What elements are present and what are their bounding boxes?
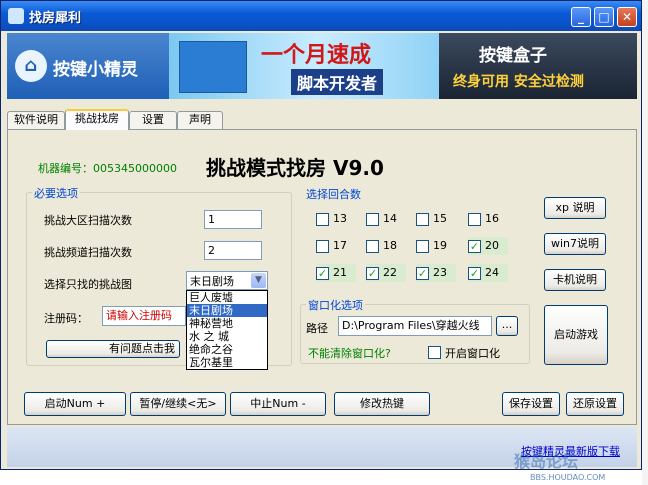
map-option[interactable]: 神秘营地: [187, 317, 267, 330]
house-logo-icon: ⌂: [15, 50, 47, 82]
channel-scan-input[interactable]: 2: [204, 241, 262, 260]
help-button[interactable]: 有问题点击我: [46, 340, 180, 358]
checkbox-box: [416, 240, 429, 253]
round-checkbox-23[interactable]: ✓ 23: [416, 264, 456, 282]
checkbox-box: [468, 213, 481, 226]
ad-banner-right[interactable]: 按键盒子 终身可用 安全过检测: [439, 33, 637, 99]
tab-statement[interactable]: 声明: [177, 111, 223, 129]
watermark-url: BBS.HOUDAO.COM: [530, 473, 606, 482]
channel-scan-label: 挑战频道扫描次数: [44, 246, 132, 259]
ad-box-image: [179, 41, 247, 93]
app-icon: [8, 8, 24, 24]
ad-line2: 脚本开发者: [291, 69, 384, 95]
window-options-label: 窗口化选项: [306, 297, 365, 313]
logo-area[interactable]: ⌂ 按键小精灵: [7, 33, 169, 99]
checkmark-icon: ✓: [468, 267, 481, 280]
rounds-group-label: 选择回合数: [306, 188, 361, 201]
map-option[interactable]: 巨人废墟: [187, 291, 267, 304]
checkbox-box: [416, 213, 429, 226]
map-option[interactable]: 水 之 城: [187, 330, 267, 343]
map-select-label: 选择只找的挑战图: [44, 278, 132, 291]
required-options-label: 必要选项: [32, 185, 80, 201]
edit-hotkey-button[interactable]: 修改热键: [334, 392, 430, 416]
tab-panel: 机器编号：005345000000 挑战模式找房 V9.0 必要选项 挑战大区扫…: [7, 129, 637, 425]
window-title: 找房犀利: [29, 11, 82, 26]
checkmark-icon: ✓: [316, 267, 329, 280]
round-checkbox-18[interactable]: 18: [366, 237, 406, 255]
logo-text: 按键小精灵: [53, 60, 138, 80]
open-window-checkbox[interactable]: 开启窗口化: [428, 343, 518, 361]
map-option[interactable]: 末日剧场: [187, 304, 267, 317]
round-checkbox-22[interactable]: ✓ 22: [366, 264, 406, 282]
round-checkbox-19[interactable]: 19: [416, 237, 456, 255]
round-checkbox-24[interactable]: ✓ 24: [468, 264, 508, 282]
tab-software-info[interactable]: 软件说明: [7, 111, 65, 129]
path-input[interactable]: D:\Program Files\穿越火线: [338, 316, 492, 336]
minimize-button[interactable]: _: [571, 7, 591, 27]
map-select-value: 末日剧场: [190, 275, 234, 288]
stop-button[interactable]: 中止Num -: [230, 392, 326, 416]
browse-button[interactable]: ...: [496, 316, 518, 336]
maximize-button[interactable]: □: [594, 7, 614, 27]
ad-right-title: 按键盒子: [479, 46, 547, 66]
reg-code-input[interactable]: 请输入注册码: [102, 306, 186, 326]
region-scan-input[interactable]: 1: [204, 210, 262, 229]
checkmark-icon: ✓: [416, 267, 429, 280]
ad-right-sub: 终身可用 安全过检测: [453, 74, 584, 90]
round-checkbox-20[interactable]: ✓ 20: [468, 237, 508, 255]
map-dropdown-list: 巨人废墟 末日剧场 神秘营地 水 之 城 绝命之谷 瓦尔基里: [186, 290, 268, 370]
map-option[interactable]: 绝命之谷: [187, 343, 267, 356]
xp-help-button[interactable]: xp 说明: [544, 197, 606, 219]
start-game-button[interactable]: 启动游戏: [544, 305, 608, 365]
title-bar[interactable]: 找房犀利 _ □ ✕: [1, 1, 641, 31]
ad-line1: 一个月速成: [261, 43, 372, 68]
close-button[interactable]: ✕: [617, 7, 637, 27]
map-select[interactable]: 末日剧场 ▼: [186, 271, 268, 290]
path-label: 路径: [306, 322, 328, 335]
checkbox-box: [366, 213, 379, 226]
tab-challenge[interactable]: 挑战找房: [65, 109, 129, 130]
start-button[interactable]: 启动Num +: [24, 392, 126, 416]
map-option[interactable]: 瓦尔基里: [187, 356, 267, 369]
region-scan-label: 挑战大区扫描次数: [44, 214, 132, 227]
round-checkbox-13[interactable]: 13: [316, 210, 356, 228]
round-checkbox-21[interactable]: ✓ 21: [316, 264, 356, 282]
freeze-help-button[interactable]: 卡机说明: [544, 269, 606, 291]
restore-settings-button[interactable]: 还原设置: [566, 392, 624, 416]
round-checkbox-16[interactable]: 16: [468, 210, 508, 228]
checkbox-box: [366, 240, 379, 253]
machine-id: 机器编号：005345000000: [38, 162, 177, 175]
reg-code-label: 注册码：: [44, 312, 88, 325]
save-settings-button[interactable]: 保存设置: [502, 392, 560, 416]
round-checkbox-14[interactable]: 14: [366, 210, 406, 228]
tab-settings[interactable]: 设置: [129, 111, 177, 129]
pause-resume-button[interactable]: 暂停/继续<无>: [130, 392, 226, 416]
ad-banner-left[interactable]: 一个月速成 脚本开发者: [169, 33, 439, 99]
main-window: 找房犀利 _ □ ✕ ⌂ 按键小精灵 一个月速成 脚本开发者 按键盒子 终身可用…: [0, 0, 642, 470]
checkbox-box: [428, 346, 441, 359]
round-checkbox-17[interactable]: 17: [316, 237, 356, 255]
checkmark-icon: ✓: [366, 267, 379, 280]
banner: ⌂ 按键小精灵 一个月速成 脚本开发者 按键盒子 终身可用 安全过检测: [7, 33, 637, 99]
page-title: 挑战模式找房 V9.0: [206, 156, 384, 180]
checkbox-box: [316, 213, 329, 226]
win7-help-button[interactable]: win7说明: [544, 233, 606, 255]
window-edge: [642, 0, 648, 485]
chevron-down-icon[interactable]: ▼: [251, 273, 266, 288]
cannot-clear-text: 不能清除窗口化?: [308, 347, 391, 360]
checkbox-box: [316, 240, 329, 253]
round-checkbox-15[interactable]: 15: [416, 210, 456, 228]
checkmark-icon: ✓: [468, 240, 481, 253]
